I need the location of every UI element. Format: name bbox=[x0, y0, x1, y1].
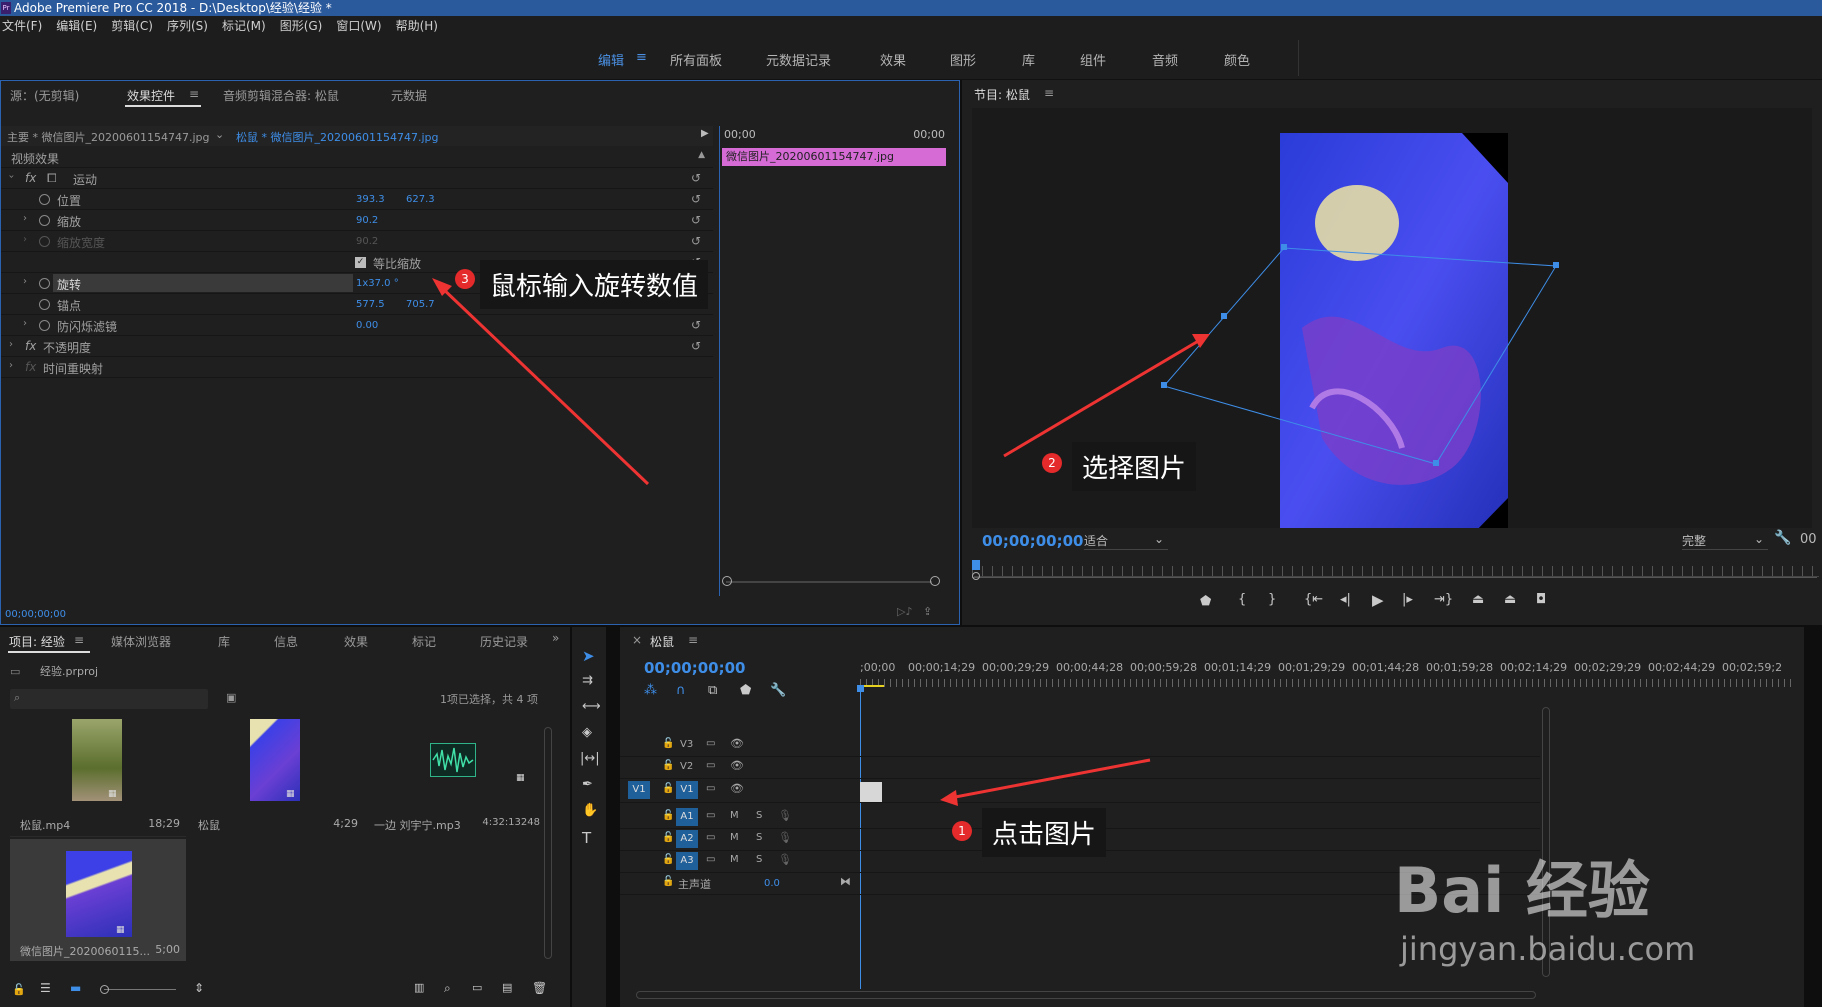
annotation-callout-2: 选择图片 bbox=[1072, 442, 1197, 491]
arrow-3-line bbox=[438, 284, 650, 486]
arrow-2-head bbox=[1192, 334, 1210, 348]
baidu-watermark-logo: Bai 经验 bbox=[1394, 854, 1650, 927]
arrow-1-head bbox=[940, 790, 958, 806]
annotation-callout-1: 点击图片 bbox=[982, 808, 1107, 857]
arrow-2-line bbox=[1003, 338, 1201, 458]
annotation-callout-3: 鼠标输入旋转数值 bbox=[480, 260, 709, 309]
annotation-badge-2: 2 bbox=[1042, 453, 1062, 473]
arrow-1-line bbox=[949, 758, 1151, 800]
annotation-badge-1: 1 bbox=[952, 821, 972, 841]
annotation-badge-3: 3 bbox=[455, 269, 475, 289]
baidu-watermark-url: jingyan.baidu.com bbox=[1400, 930, 1696, 968]
